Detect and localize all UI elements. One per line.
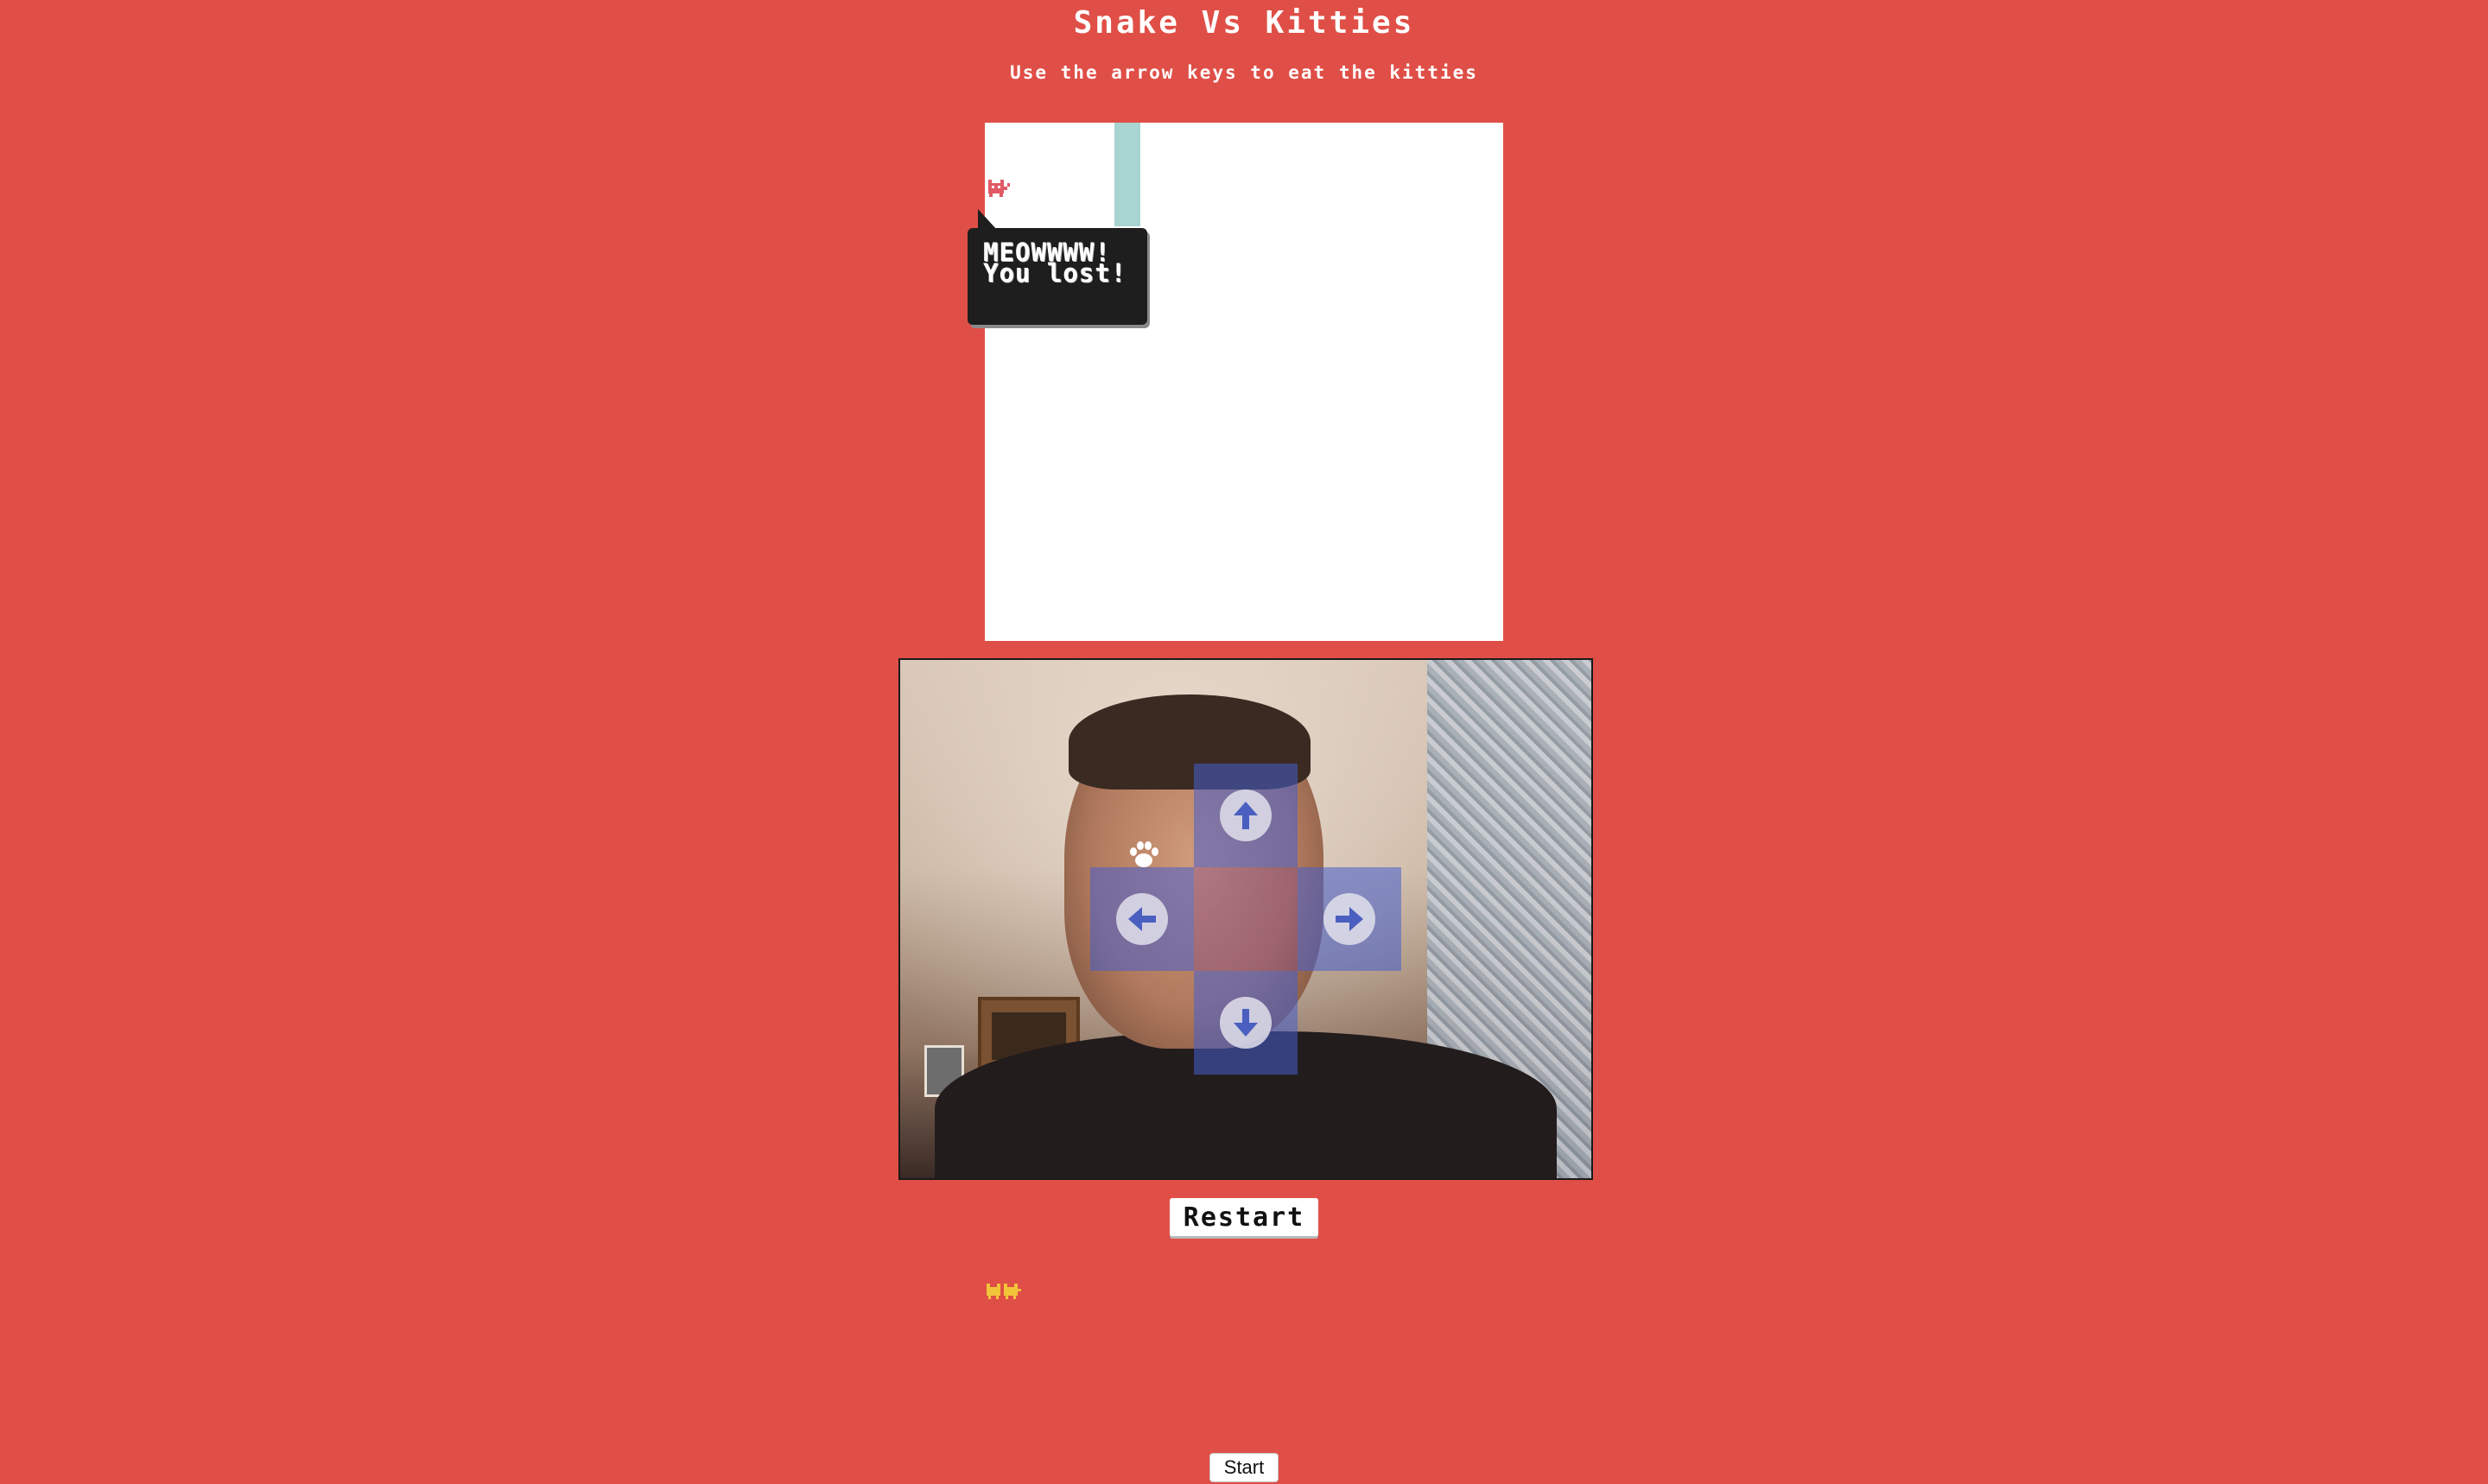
webcam-view xyxy=(898,658,1593,1180)
dpad-center-zone xyxy=(1194,867,1298,971)
dpad-left-zone[interactable] xyxy=(1090,867,1194,971)
game-over-message: MEOWWWW! You lost! xyxy=(983,238,1127,288)
restart-button[interactable]: Restart xyxy=(1170,1198,1318,1236)
arrow-down-circle-icon[interactable] xyxy=(1220,997,1272,1049)
page-subtitle: Use the arrow keys to eat the kitties xyxy=(1010,62,1478,83)
kitties-eaten-counter xyxy=(987,1284,1021,1299)
arrow-up-circle-icon[interactable] xyxy=(1220,790,1272,841)
start-button[interactable]: Start xyxy=(1209,1453,1279,1482)
paw-icon xyxy=(1130,841,1158,867)
dpad-up-zone[interactable] xyxy=(1194,764,1298,867)
game-over-bubble: MEOWWWW! You lost! xyxy=(968,209,1147,325)
arrow-right-circle-icon[interactable] xyxy=(1323,893,1375,945)
bubble-tail xyxy=(978,209,997,230)
page-title: Snake Vs Kitties xyxy=(1073,5,1415,41)
game-board[interactable]: MEOWWWW! You lost! xyxy=(968,123,1503,641)
kitty-icon xyxy=(988,180,1010,197)
dpad-down-zone[interactable] xyxy=(1194,971,1298,1075)
arrow-left-circle-icon[interactable] xyxy=(1116,893,1168,945)
dpad-right-zone[interactable] xyxy=(1298,867,1401,971)
snake-body xyxy=(1114,123,1140,226)
